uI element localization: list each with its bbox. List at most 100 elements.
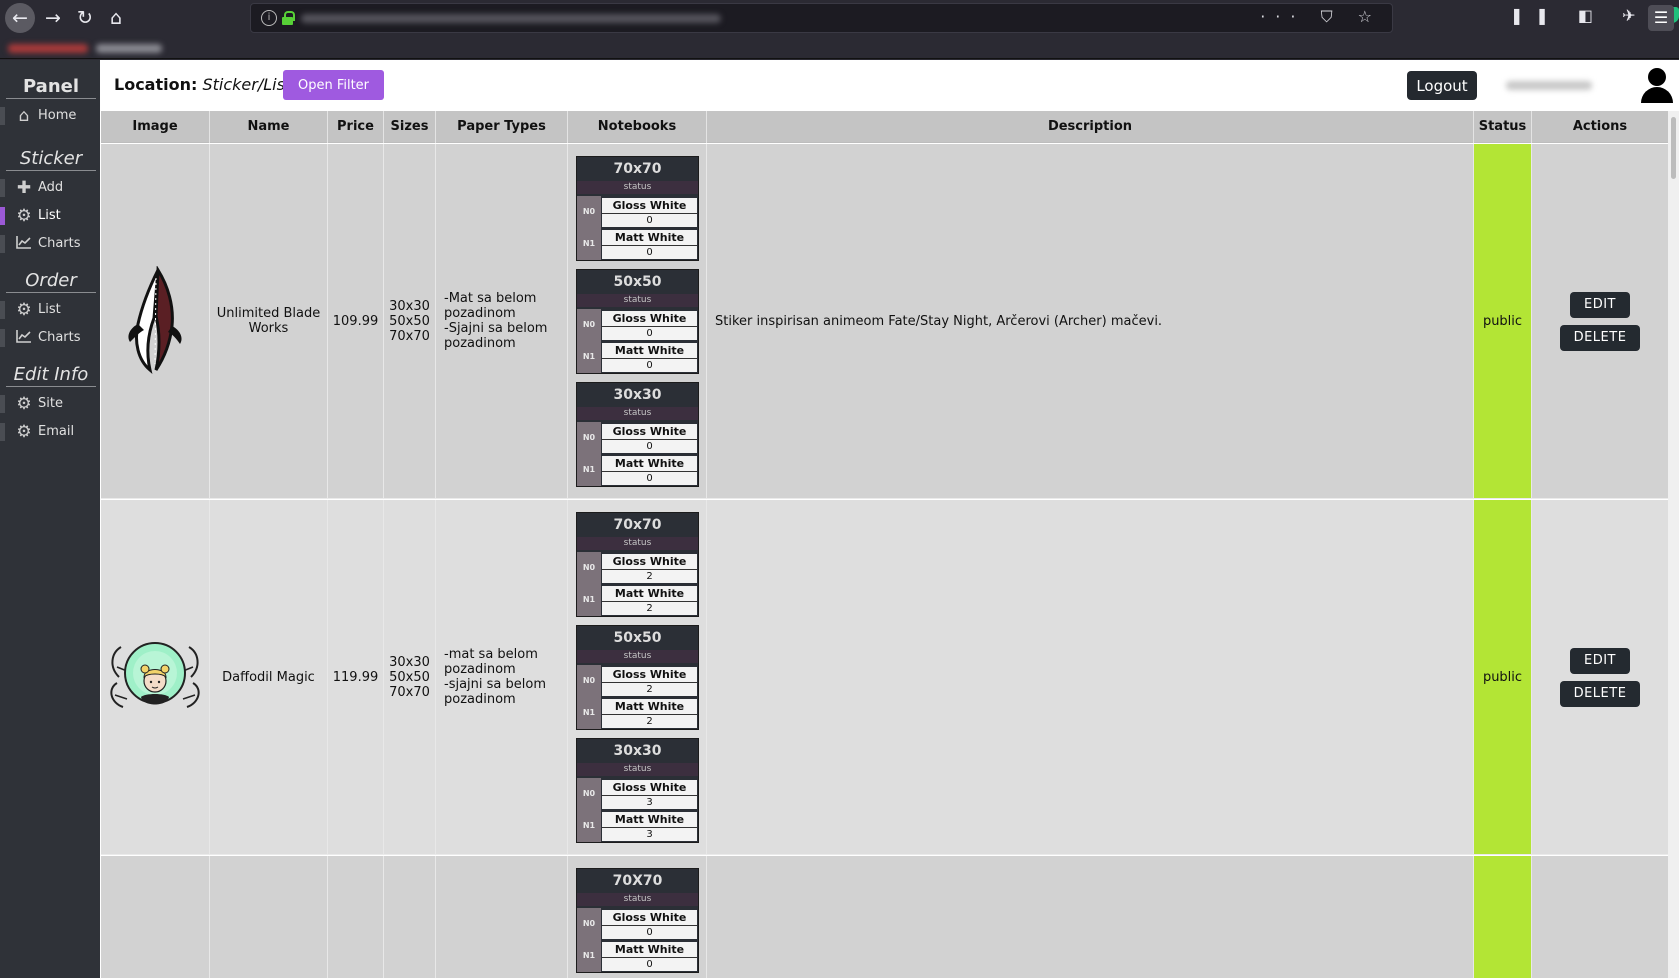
delete-button[interactable]: DELETE: [1560, 324, 1640, 351]
notebook-status: status: [577, 763, 698, 776]
sidebar-item-home[interactable]: ⌂ Home: [0, 104, 100, 128]
notebook-paper: Gloss White: [602, 311, 697, 327]
sidebar-item-label: List: [38, 208, 61, 223]
extension-icon[interactable]: ✈: [1622, 6, 1647, 25]
sidebar-item-site[interactable]: ⚙ Site: [0, 392, 100, 416]
edit-button[interactable]: EDIT: [1570, 647, 1630, 674]
hamburger-menu-icon[interactable]: ☰: [1648, 5, 1674, 31]
back-arrow-icon[interactable]: ←: [5, 3, 35, 33]
column-header[interactable]: Notebooks: [568, 111, 707, 143]
sidebar: Panel ⌂ Home Sticker ✚ Add ⚙ List Charts…: [0, 60, 100, 978]
image-cell: [101, 856, 210, 978]
notebook-tag: N0: [577, 552, 601, 584]
scrollbar[interactable]: [1668, 111, 1679, 978]
edit-button[interactable]: EDIT: [1570, 291, 1630, 318]
notebook-size: 50x50: [613, 630, 662, 646]
notebook-line: N0 Gloss White 0: [577, 196, 698, 228]
notebook-qty: 2: [602, 683, 697, 696]
notebook-card: 70x70 status N0 Gloss White 2 N1 Matt Wh…: [576, 512, 699, 617]
column-header[interactable]: Paper Types: [436, 111, 568, 143]
notebook-qty: 3: [602, 828, 697, 841]
table-row: Daffodil Magic 119.99 30x30 50x50 70x70 …: [101, 500, 1668, 855]
home-browser-icon[interactable]: ⌂: [101, 4, 131, 32]
notebook-line: N1 Matt White 0: [577, 341, 698, 373]
notebook-paper: Gloss White: [602, 667, 697, 683]
notebook-tag: N1: [577, 341, 601, 373]
gear-icon: ⚙: [16, 206, 32, 226]
page-actions[interactable]: ··· ⛉ ☆: [1260, 7, 1382, 27]
breadcrumb: Location: Sticker/List: [114, 75, 291, 94]
sidebar-section-edit-info: Edit Info: [6, 364, 96, 387]
sizes-cell: 30x30 50x50 70x70: [384, 144, 436, 498]
column-header[interactable]: Name: [210, 111, 328, 143]
sidebar-item-sticker-list[interactable]: ⚙ List: [0, 204, 100, 228]
status-badge: [1474, 856, 1532, 978]
sidebar-section-order: Order: [6, 270, 96, 293]
sidebar-item-order-charts[interactable]: Charts: [0, 326, 100, 350]
sticker-image[interactable]: [107, 637, 203, 717]
notebook-status: status: [577, 893, 698, 906]
url-bar[interactable]: i ··· ⛉ ☆: [250, 3, 1393, 33]
notebook-qty: 2: [602, 602, 697, 615]
notebook-card: 30x30 status N0 Gloss White 3 N1 Matt Wh…: [576, 738, 699, 843]
sizes-cell: 30x30 50x50 70x70: [384, 500, 436, 854]
logout-button[interactable]: Logout: [1407, 71, 1477, 100]
user-icon[interactable]: [1639, 65, 1675, 105]
bookmark-blurred[interactable]: [8, 44, 88, 53]
notebook-paper: Gloss White: [602, 424, 697, 440]
delete-button[interactable]: DELETE: [1560, 680, 1640, 707]
open-filter-button[interactable]: Open Filter: [283, 70, 384, 100]
notebook-paper: Matt White: [602, 942, 697, 958]
sidebar-panel-title: Panel: [6, 76, 96, 99]
paper-types-cell: [436, 856, 568, 978]
notebook-line: N1 Matt White 0: [577, 228, 698, 260]
notebook-paper: Gloss White: [602, 554, 697, 570]
notebook-qty: 0: [602, 958, 697, 971]
sticker-image[interactable]: [120, 266, 190, 376]
notebook-card: 70x70 status N0 Gloss White 0 N1 Matt Wh…: [576, 156, 699, 261]
sidebar-item-label: Home: [38, 108, 77, 123]
column-header[interactable]: Status: [1474, 111, 1532, 143]
sizes-cell: [384, 856, 436, 978]
notebook-status: status: [577, 537, 698, 550]
column-header[interactable]: Actions: [1532, 111, 1668, 143]
column-header[interactable]: Price: [328, 111, 384, 143]
description-cell: [707, 856, 1474, 978]
sidebar-item-sticker-charts[interactable]: Charts: [0, 232, 100, 256]
user-email-blurred: [1506, 81, 1592, 90]
notebook-tag: N1: [577, 810, 601, 842]
location-label: Location:: [114, 75, 198, 94]
notebook-paper: Matt White: [602, 343, 697, 359]
sidebar-toggle-icon[interactable]: ◧: [1578, 6, 1605, 25]
notebook-tag: N1: [577, 584, 601, 616]
info-icon[interactable]: i: [261, 10, 277, 26]
sidebar-item-sticker-add[interactable]: ✚ Add: [0, 176, 100, 200]
column-header[interactable]: Sizes: [384, 111, 436, 143]
status-badge: public: [1474, 144, 1532, 498]
notebook-qty: 0: [602, 214, 697, 227]
description-cell: [707, 500, 1474, 854]
column-header[interactable]: Image: [101, 111, 210, 143]
notebook-tag: N0: [577, 309, 601, 341]
table-row: Unlimited Blade Works 109.99 30x30 50x50…: [101, 144, 1668, 499]
column-header[interactable]: Description: [707, 111, 1474, 143]
sidebar-item-label: List: [38, 302, 61, 317]
notebook-size: 30x30: [613, 743, 662, 759]
notebook-line: N0 Gloss White 0: [577, 309, 698, 341]
sidebar-item-order-list[interactable]: ⚙ List: [0, 298, 100, 322]
library-icon[interactable]: ❚❚: [1510, 6, 1561, 25]
sidebar-item-label: Charts: [38, 236, 81, 251]
bookmark-blurred[interactable]: [96, 44, 162, 53]
notebook-card: 50x50 status N0 Gloss White 0 N1 Matt Wh…: [576, 269, 699, 374]
actions-cell: [1532, 856, 1668, 978]
name-cell: Unlimited Blade Works: [210, 144, 328, 498]
notebook-size: 30x30: [613, 387, 662, 403]
line-chart-icon: [14, 326, 34, 350]
scrollbar-thumb[interactable]: [1671, 117, 1676, 179]
sidebar-item-email[interactable]: ⚙ Email: [0, 420, 100, 444]
price-cell: 119.99: [328, 500, 384, 854]
forward-arrow-icon[interactable]: →: [38, 4, 68, 32]
name-cell: Daffodil Magic: [210, 500, 328, 854]
reload-icon[interactable]: ↻: [70, 4, 100, 32]
location-value: Sticker/List: [202, 75, 292, 94]
